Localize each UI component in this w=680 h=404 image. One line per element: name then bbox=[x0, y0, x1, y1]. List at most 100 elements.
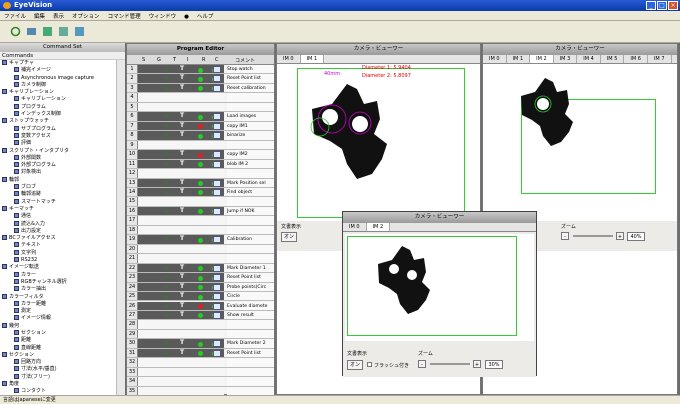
tree-item[interactable]: ブロブ bbox=[0, 184, 116, 191]
float-zoom-out-button[interactable]: - bbox=[418, 360, 426, 368]
program-row[interactable]: 19 ✓ T Calibration bbox=[127, 235, 274, 245]
tree-item[interactable]: 文字列 bbox=[0, 249, 116, 257]
check-icon[interactable]: ✓ bbox=[164, 189, 169, 196]
tree-item[interactable]: イメージ情報 bbox=[0, 315, 116, 322]
zoom-slider[interactable] bbox=[573, 235, 613, 237]
tree-item[interactable]: 距離 bbox=[0, 337, 116, 344]
import-icon[interactable] bbox=[58, 26, 69, 37]
check-icon[interactable]: ✓ bbox=[164, 66, 169, 73]
check-icon[interactable]: ✓ bbox=[164, 340, 169, 347]
tab-im0[interactable]: IM 0 bbox=[483, 55, 507, 63]
tab-im0[interactable]: IM 0 bbox=[277, 55, 301, 63]
tab-im6[interactable]: IM 6 bbox=[624, 55, 648, 63]
tree-item[interactable]: 直線距離 bbox=[0, 344, 116, 352]
text-flag-icon[interactable]: T bbox=[180, 283, 184, 290]
tree-item[interactable]: BCファイルアクセス bbox=[0, 235, 116, 242]
zoom-in-button[interactable]: + bbox=[616, 232, 624, 240]
program-row[interactable]: 23 ✓ T Reset Point list bbox=[127, 273, 274, 283]
program-row[interactable]: 10 ✓ Tcopy IM2 bbox=[127, 150, 274, 160]
tree-item[interactable]: プログラム bbox=[0, 103, 116, 111]
tree-item[interactable]: 輪郭 bbox=[0, 176, 116, 184]
tree-item[interactable]: 変数アクセス bbox=[0, 132, 116, 140]
tree-item[interactable]: 外部関数 bbox=[0, 154, 116, 162]
text-flag-icon[interactable]: T bbox=[180, 207, 184, 214]
program-row[interactable]: 22 ✓ T Mark Diameter 1 bbox=[127, 263, 274, 274]
tree-item[interactable]: 測定 bbox=[0, 308, 116, 315]
open-icon[interactable] bbox=[26, 26, 37, 37]
check-icon[interactable]: ✓ bbox=[164, 236, 169, 243]
tab-im7[interactable]: IM 7 bbox=[648, 55, 672, 63]
tree-item[interactable]: 出力設定 bbox=[0, 227, 116, 235]
program-row[interactable]: 2 ✓ T Reset Point list bbox=[127, 74, 274, 84]
check-icon[interactable]: ✓ bbox=[164, 161, 169, 168]
tree-item[interactable]: 輪郭追跡 bbox=[0, 191, 116, 198]
tree-item[interactable]: スマートマッチ bbox=[0, 198, 116, 206]
program-row[interactable]: 26 ✓ T Evaluate diamete bbox=[127, 301, 274, 311]
close-button[interactable]: × bbox=[668, 1, 678, 10]
program-row[interactable]: 29 bbox=[127, 329, 274, 340]
program-row[interactable]: 7 ✓ Tcopy IM1 bbox=[127, 121, 274, 132]
check-icon[interactable]: ✓ bbox=[164, 274, 169, 281]
tab-im4[interactable]: IM 4 bbox=[577, 55, 601, 63]
program-row[interactable]: 30 ✓ T Mark Diameter 2 bbox=[127, 339, 274, 349]
tree-item[interactable]: 角度 bbox=[0, 381, 116, 388]
tree-item[interactable]: キーマッチ bbox=[0, 205, 116, 213]
tree-item[interactable]: 寸法(フリー) bbox=[0, 373, 116, 381]
tree-item[interactable]: イメージ転送 bbox=[0, 264, 116, 271]
check-icon[interactable]: ✓ bbox=[164, 312, 169, 319]
program-row[interactable]: 17 bbox=[127, 216, 274, 226]
check-icon[interactable]: ✓ bbox=[164, 284, 169, 291]
menu-item-5[interactable]: ウィンドウ bbox=[145, 11, 181, 21]
program-row[interactable]: 9 bbox=[127, 140, 274, 151]
check-icon[interactable]: ✓ bbox=[164, 85, 169, 92]
check-icon[interactable]: ✓ bbox=[164, 75, 169, 82]
maximize-button[interactable]: □ bbox=[657, 1, 667, 10]
text-flag-icon[interactable]: T bbox=[180, 84, 184, 91]
menu-item-2[interactable]: 表示 bbox=[49, 11, 68, 21]
text-flag-icon[interactable]: T bbox=[180, 311, 184, 318]
tree-item[interactable]: 評価 bbox=[0, 140, 116, 147]
check-icon[interactable]: ✓ bbox=[164, 265, 169, 272]
program-row[interactable]: 11 ✓ Tblob IM 2 bbox=[127, 159, 274, 170]
minimize-button[interactable]: _ bbox=[646, 1, 656, 10]
flash-checkbox[interactable] bbox=[367, 362, 372, 367]
check-icon[interactable]: ✓ bbox=[164, 350, 169, 357]
save-icon[interactable] bbox=[42, 26, 53, 37]
program-row[interactable]: 13 ✓ T Mark Position sel bbox=[127, 178, 274, 188]
tree-item[interactable]: セクション bbox=[0, 351, 116, 359]
tree-item[interactable]: カラーフィルタ bbox=[0, 293, 116, 301]
program-row[interactable]: 16 ✓ T Jump if NOK bbox=[127, 206, 274, 217]
float-zoom-slider[interactable] bbox=[430, 363, 470, 365]
zoom-out-button[interactable]: - bbox=[561, 232, 569, 240]
tab-im2[interactable]: IM 2 bbox=[530, 55, 554, 63]
tree-item[interactable]: テキスト bbox=[0, 242, 116, 249]
program-row[interactable]: 24 ✓ T Probe points(Circ bbox=[127, 282, 274, 293]
tree-item[interactable]: 回路方向 bbox=[0, 359, 116, 366]
text-flag-icon[interactable]: T bbox=[180, 235, 184, 242]
tree-item[interactable]: 対象検出 bbox=[0, 169, 116, 176]
float-on-button[interactable]: オン bbox=[347, 360, 363, 370]
program-row[interactable]: 8 ✓ Tbinarize bbox=[127, 131, 274, 141]
text-flag-icon[interactable]: T bbox=[180, 74, 184, 81]
program-row[interactable]: 28 bbox=[127, 320, 274, 330]
text-flag-icon[interactable]: T bbox=[180, 160, 184, 167]
tree-item[interactable]: キャリブレーション bbox=[0, 96, 116, 103]
program-row[interactable]: 1 ✓ T Stop watch bbox=[127, 65, 274, 75]
menu-item-0[interactable]: ファイル bbox=[0, 11, 30, 21]
program-row[interactable]: 27 ✓ T Show result bbox=[127, 310, 274, 321]
export-icon[interactable] bbox=[74, 26, 85, 37]
tree-item[interactable]: 幾何 bbox=[0, 322, 116, 330]
tab-im5[interactable]: IM 5 bbox=[601, 55, 625, 63]
tree-item[interactable]: コンタクト bbox=[0, 388, 116, 395]
program-row[interactable]: 33 bbox=[127, 367, 274, 378]
text-flag-icon[interactable]: T bbox=[180, 65, 184, 72]
tree-item[interactable]: カラー抽出 bbox=[0, 286, 116, 293]
menu-item-3[interactable]: オプション bbox=[68, 11, 104, 21]
program-row[interactable]: 20 bbox=[127, 244, 274, 255]
program-row[interactable]: 3 ✓ T Reset calibration bbox=[127, 83, 274, 94]
program-row[interactable]: 4 bbox=[127, 93, 274, 103]
text-flag-icon[interactable]: T bbox=[180, 150, 184, 157]
check-icon[interactable]: ✓ bbox=[164, 132, 169, 139]
check-icon[interactable]: ✓ bbox=[164, 208, 169, 215]
text-flag-icon[interactable]: T bbox=[180, 179, 184, 186]
